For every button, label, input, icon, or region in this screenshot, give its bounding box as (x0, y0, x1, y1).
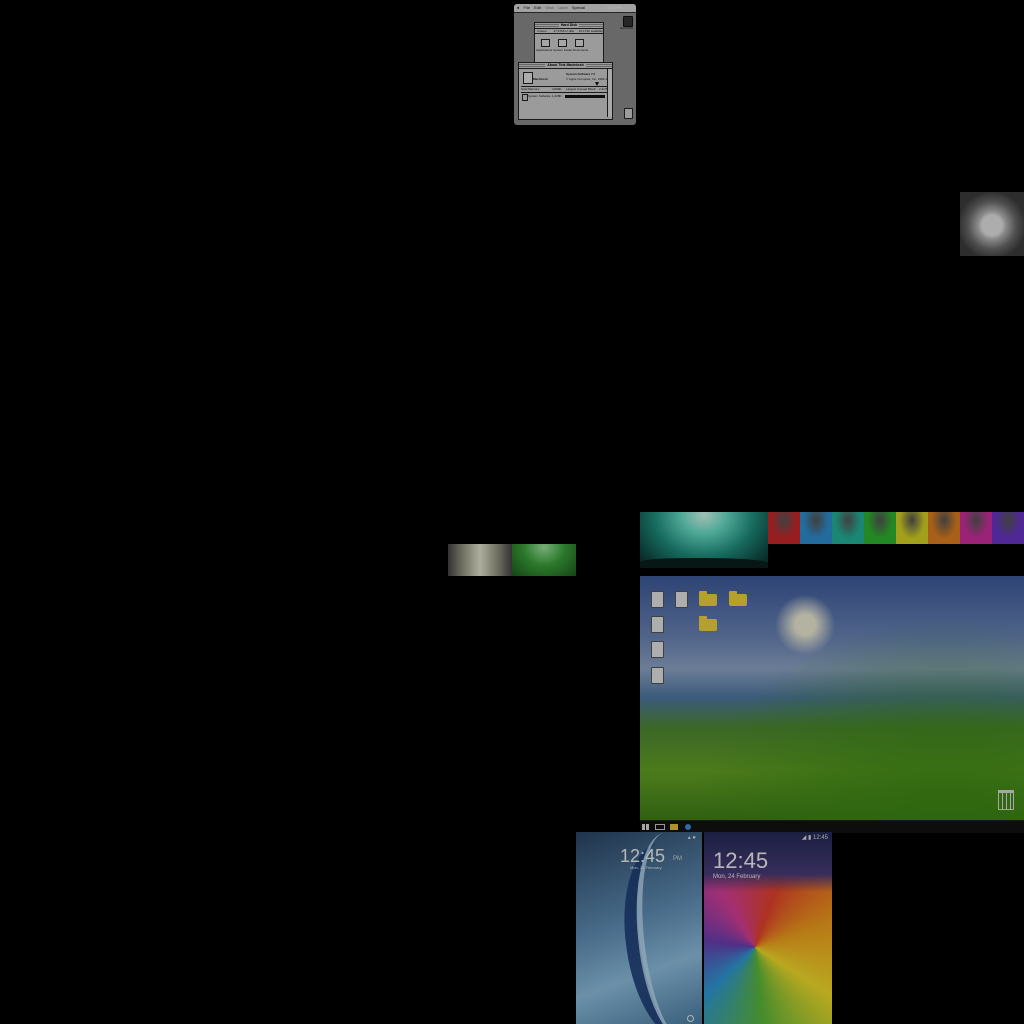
desktop-wallpaper (640, 576, 1024, 820)
folder-icon[interactable] (575, 39, 584, 47)
system-folder-icon[interactable] (558, 39, 567, 47)
classic-mac-screen: ● File Edit View Label Special 6:31 PM H… (514, 4, 636, 125)
phone2-status: ◢ ▮ 12:45 (801, 835, 828, 841)
hard-disk-info-bar: 3 items 17,970K in disk 10,174K availabl… (535, 29, 603, 34)
color-swatch-red[interactable] (768, 512, 800, 544)
apple-menu[interactable]: ● (517, 5, 519, 10)
color-swatch-teal[interactable] (832, 512, 864, 544)
largest-block-label: Largest Unused Block: (566, 87, 597, 91)
file-icon[interactable] (651, 667, 664, 684)
color-swatch-magenta[interactable] (960, 512, 992, 544)
total-memory-value: 4,096K (552, 87, 562, 91)
phone2-clock: 12:45 (713, 848, 769, 873)
mac-menu-bar: ● File Edit View Label Special 6:31 PM (514, 4, 636, 13)
file-icon[interactable] (651, 641, 664, 658)
menu-file[interactable]: File (524, 5, 530, 10)
about-titlebar[interactable]: About This Macintosh (519, 63, 612, 69)
folder-label-applications[interactable]: Applications (536, 48, 552, 52)
hard-disk-available: 10,174K available (578, 29, 603, 33)
phone1-clock: 12:45 (620, 846, 666, 866)
color-swatch-blue[interactable] (800, 512, 832, 544)
menu-clock: 6:31 PM (607, 5, 622, 10)
file-icon[interactable] (675, 591, 688, 608)
teal-glow-image (640, 512, 768, 568)
trash-icon[interactable] (998, 790, 1014, 810)
menu-label[interactable]: Label (558, 5, 568, 10)
moon-noise-image (960, 192, 1024, 256)
folder-icon[interactable] (699, 616, 717, 631)
color-swatch-orange[interactable] (928, 512, 960, 544)
browser-icon[interactable] (685, 824, 691, 830)
phone2-date: Mon, 24 February (713, 874, 761, 880)
total-memory-label: Total Memory: (521, 87, 540, 91)
file-icon[interactable] (651, 591, 664, 608)
scrollbar[interactable] (607, 69, 612, 117)
unlock-icon[interactable] (687, 1015, 694, 1022)
memory-row-label: System Software (528, 94, 551, 98)
desktop-disk-label[interactable]: Hard Disk (620, 26, 633, 30)
hard-disk-title: Hard Disk (558, 23, 580, 27)
divider (521, 92, 609, 93)
memory-row-value: 1,628K (552, 94, 562, 98)
hard-disk-window[interactable]: Hard Disk 3 items 17,970K in disk 10,174… (534, 22, 604, 64)
about-system-version: System Software 7.0 (566, 72, 596, 76)
apps-icon[interactable] (642, 824, 650, 830)
window-icon[interactable] (655, 824, 665, 830)
color-swatch-yellow[interactable] (896, 512, 928, 544)
menu-special[interactable]: Special (572, 5, 585, 10)
silhouette-ground (640, 558, 768, 568)
phone1-ampm: PM (673, 856, 682, 862)
hard-disk-used: 17,970K in disk (553, 29, 575, 33)
file-icon[interactable] (651, 616, 664, 633)
light-thumbnail (448, 544, 512, 576)
color-swatch-green[interactable] (864, 512, 896, 544)
about-title: About This Macintosh (545, 63, 586, 67)
folder-icon[interactable] (699, 591, 717, 606)
memory-usage-bar (565, 95, 605, 98)
about-copyright: © Apple Computer, Inc. 1983-1991 (566, 77, 613, 81)
color-swatch-purple[interactable] (992, 512, 1024, 544)
folder-icon[interactable] (729, 591, 747, 606)
phone1-status: ▴ ● (687, 835, 696, 841)
trash-icon[interactable] (624, 108, 633, 119)
hard-disk-item-count: 3 items (537, 29, 547, 33)
folder-icon[interactable] (670, 824, 678, 830)
lock-screen-colorful: ◢ ▮ 12:45 12:45 Mon, 24 February (704, 832, 832, 1024)
mouse-cursor-icon (595, 82, 599, 86)
folder-label-system[interactable]: System Folder (553, 48, 572, 52)
phone1-date: Mon, 24 February (630, 865, 662, 870)
lock-screen-blue: ▴ ● 12:45 PM Mon, 24 February (576, 832, 702, 1024)
folder-icon[interactable] (541, 39, 550, 47)
folder-label-documents[interactable]: Documents (573, 48, 588, 52)
about-model: Macintosh (533, 77, 548, 81)
menu-view[interactable]: View (545, 5, 554, 10)
menu-edit[interactable]: Edit (534, 5, 541, 10)
green-glow-thumbnail (512, 544, 576, 576)
macintosh-icon (523, 72, 533, 84)
about-window[interactable]: About This Macintosh Macintosh System So… (518, 62, 613, 120)
